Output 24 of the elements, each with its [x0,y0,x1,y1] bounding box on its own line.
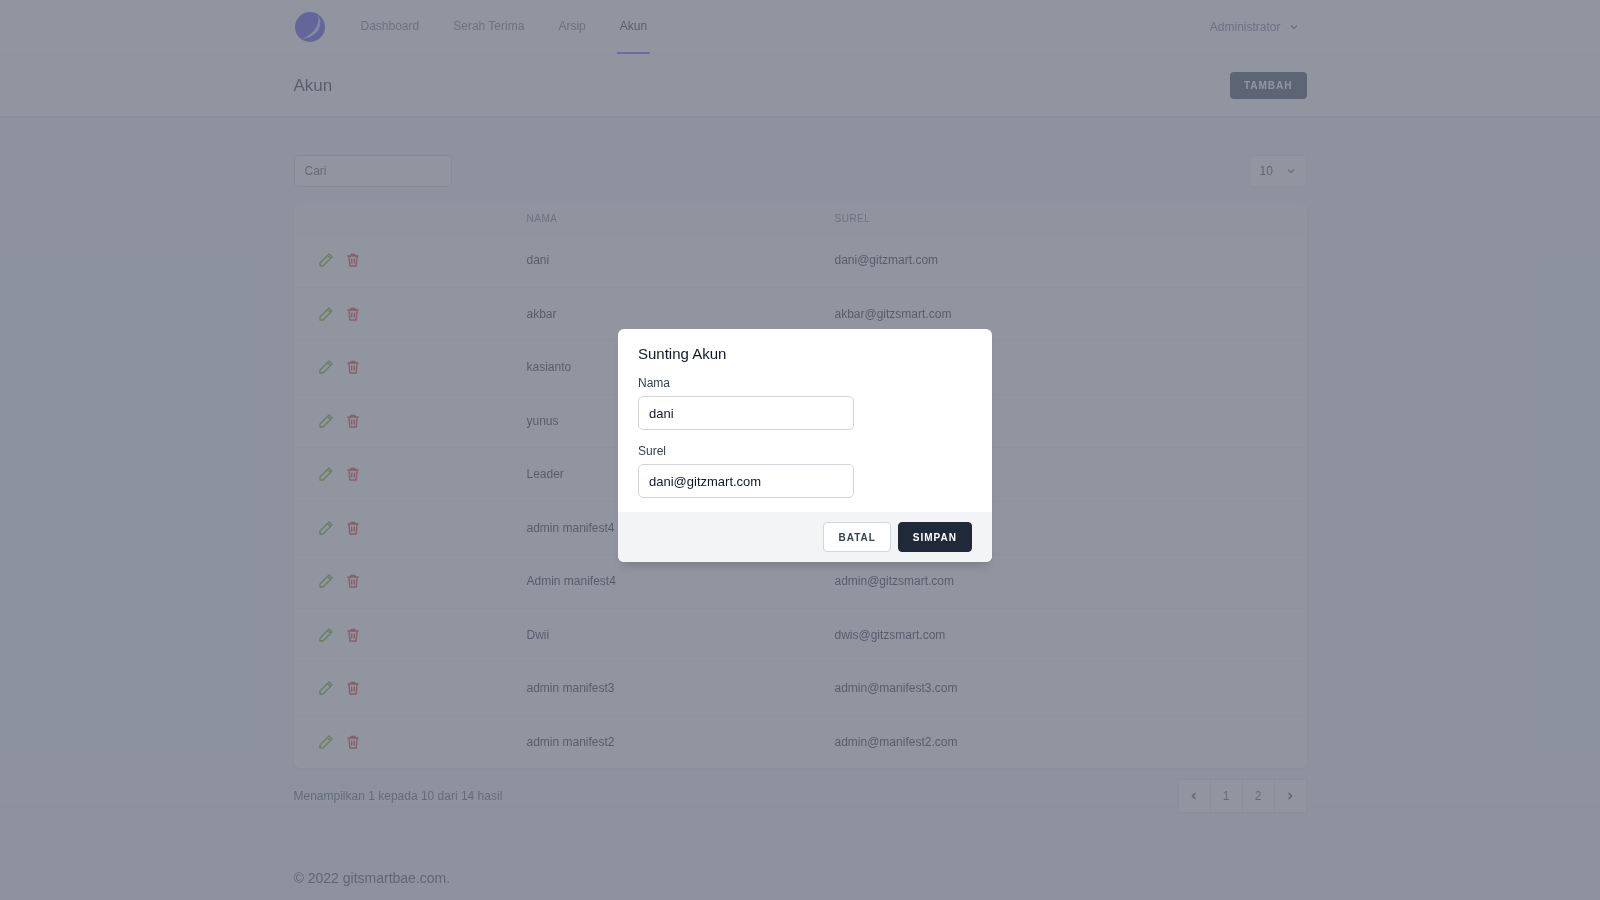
page-title: Akun [293,75,333,96]
table-cell: admin@manifest3.com [834,681,958,696]
cancel-button[interactable]: BATAL [823,522,891,552]
input-field[interactable]: dani [638,396,854,430]
table-cell: dani [526,253,550,268]
table-cell: Admin manifest4 [526,574,616,589]
table-cell: Leader [526,467,564,482]
save-button[interactable]: SIMPAN [897,522,972,552]
table-cell: dani@gitzmart.com [834,253,939,268]
table-cell: yunus [526,413,559,428]
field-label: Surel [638,444,667,458]
table-cell: dwis@gitzsmart.com [834,627,946,642]
table-cell: admin@gitzsmart.com [834,574,955,589]
table-cell: admin@manifest2.com [834,734,958,749]
dialog-title: Sunting Akun [638,345,728,362]
table-cell: Dwii [526,627,550,642]
field-label: Nama [638,376,671,390]
table-cell: akbar [526,306,557,321]
input-field[interactable]: dani@gitzmart.com [638,464,854,498]
table-cell: admin manifest2 [526,734,615,749]
table-cell: akbar@gitzsmart.com [834,306,952,321]
table-cell: admin manifest4 [526,520,615,535]
table-cell: kasianto [526,360,572,375]
table-cell: admin manifest3 [526,681,615,696]
